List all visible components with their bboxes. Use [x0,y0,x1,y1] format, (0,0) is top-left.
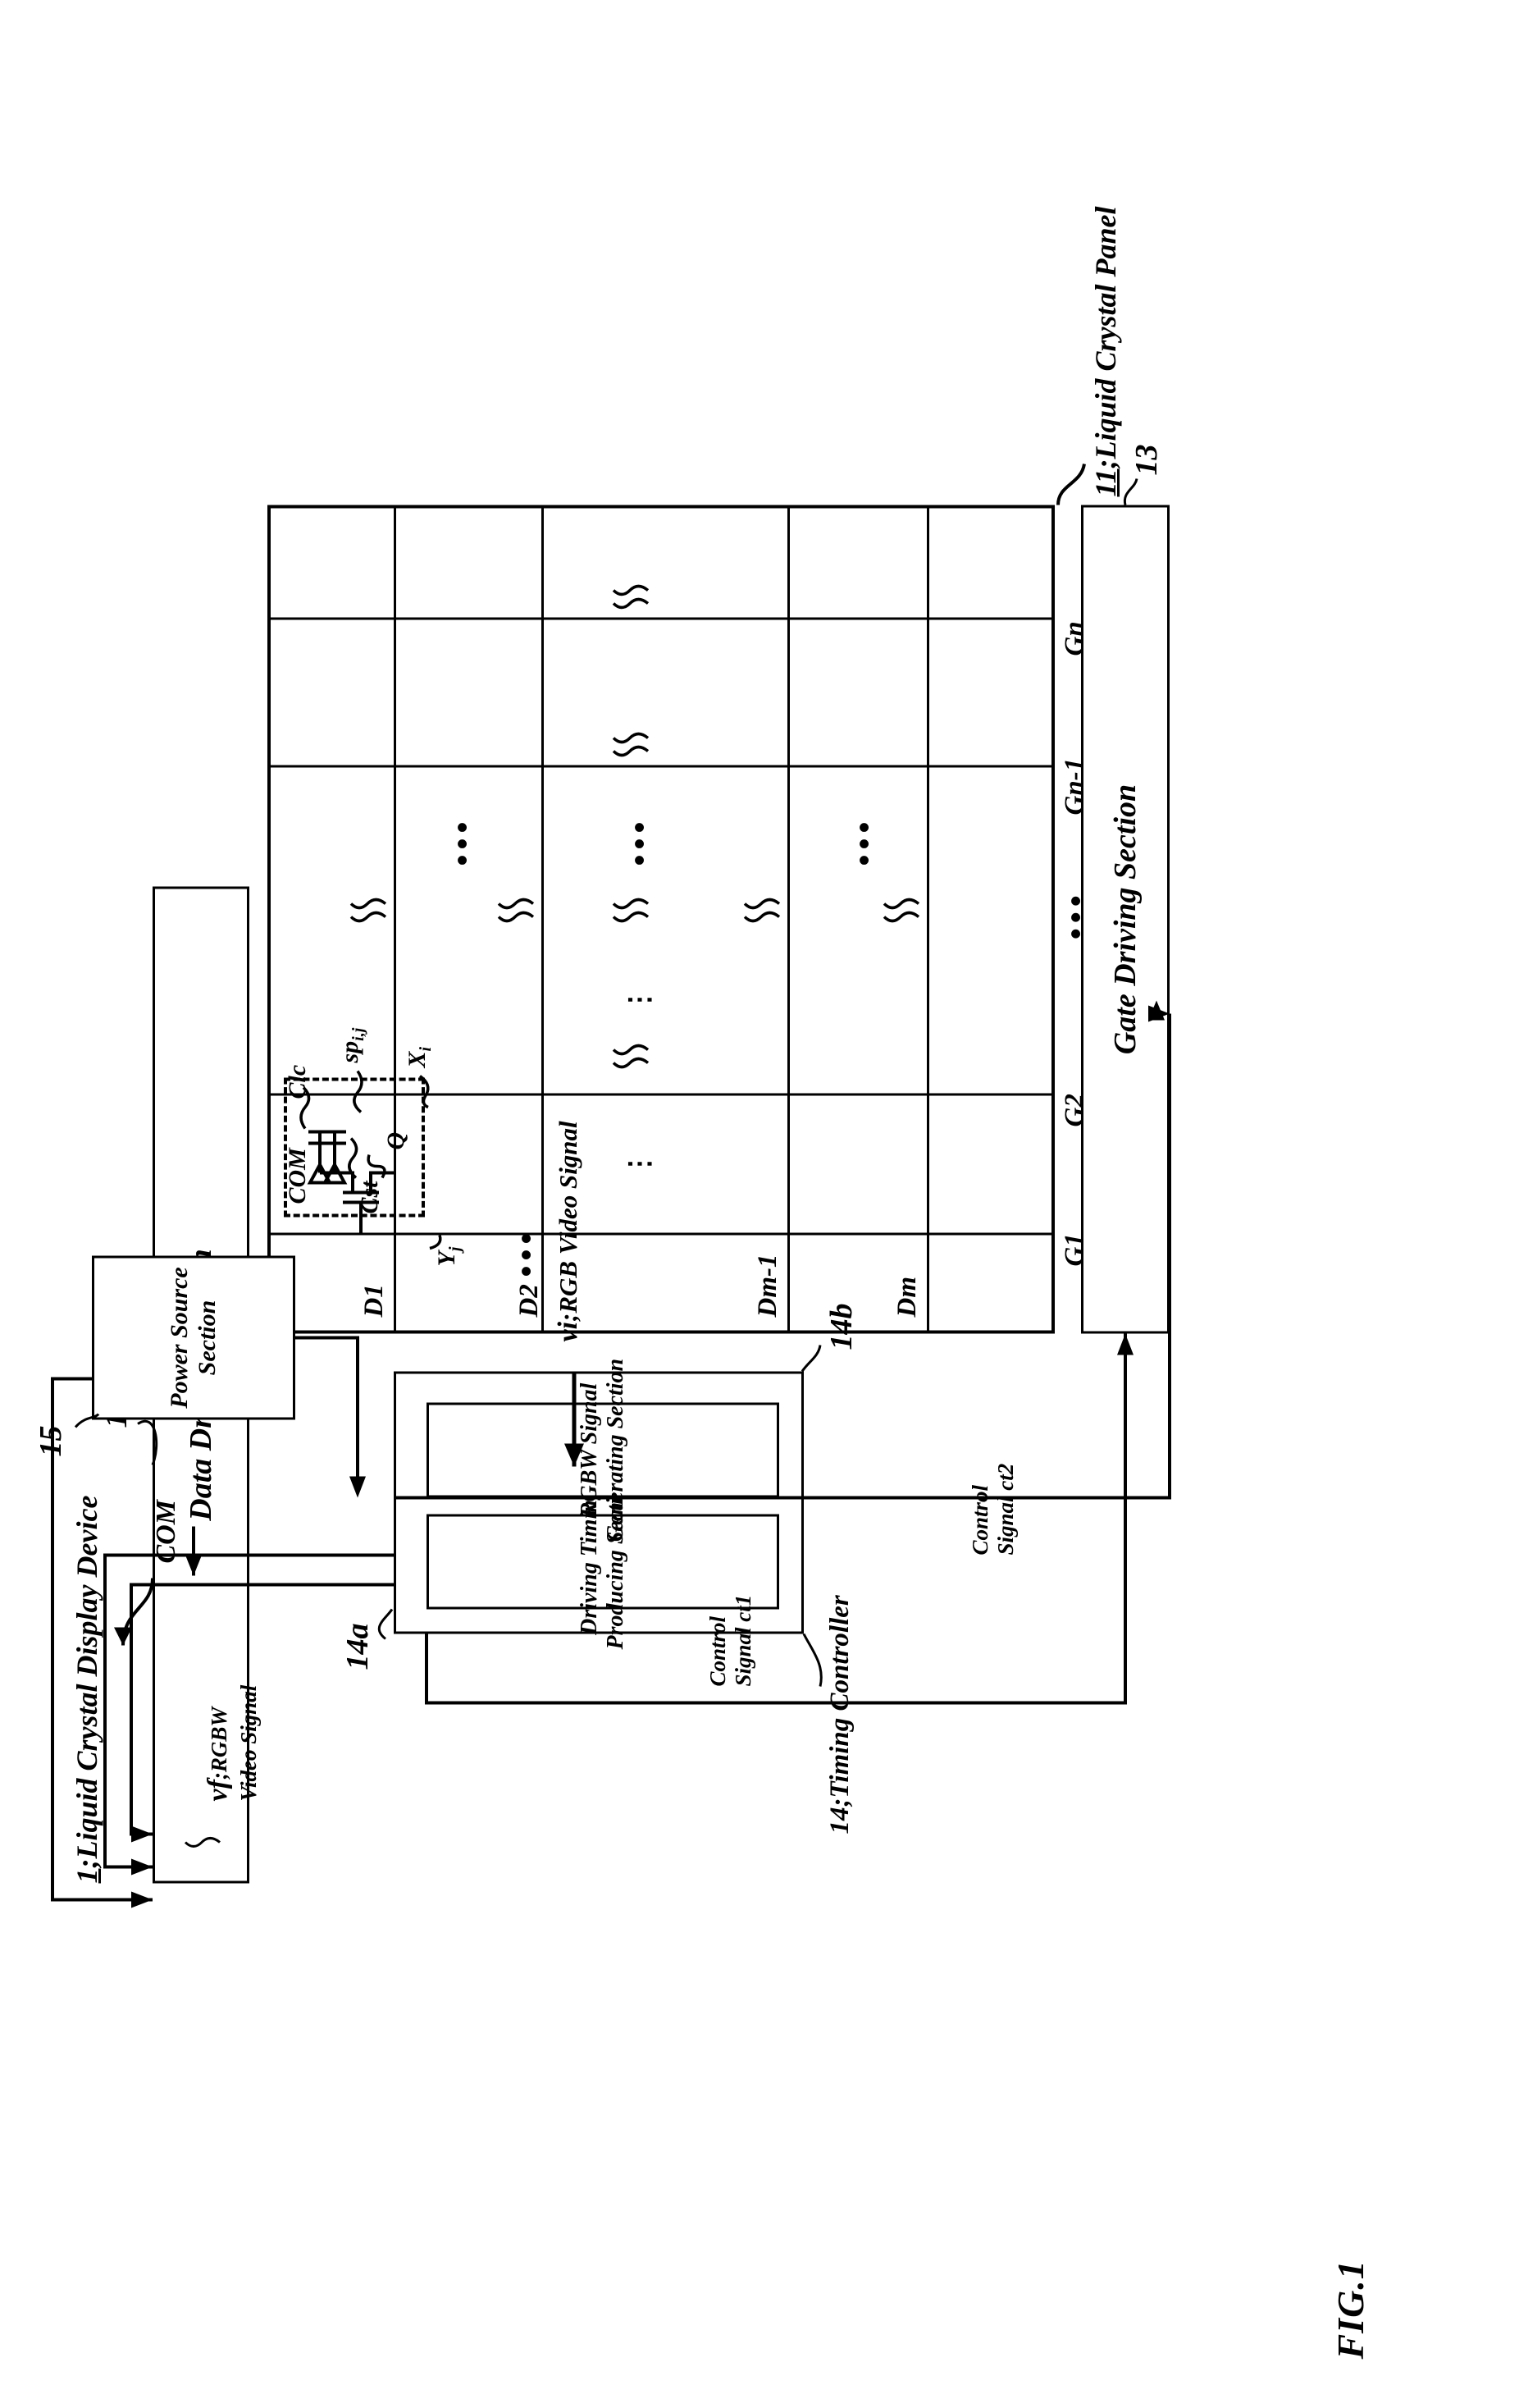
pixel-cst-label: Cst [356,1180,383,1213]
gate-driving-section-label: Gate Driving Section [1108,784,1143,1054]
control-signal-ct1-label: Control Signal ct1 [705,1594,756,1686]
rgbw-signal-generating-section-label: RGBW Signal Generating Section [576,1358,628,1542]
power-source-section-block[interactable]: Power Source Section [92,1255,295,1419]
gate-line-label-dots: ••• [1057,889,1094,939]
rgbw-video-signal-label: vf;RGBW Video Signal [203,1684,261,1801]
gate-line-label-gn: Gn [1060,620,1089,656]
rgb-video-signal-input-arrow [564,1371,584,1466]
gate-line-label-g1: G1 [1060,1232,1089,1266]
gate-line-gn-1 [267,765,1055,767]
data-line-label-dm-1: Dm-1 [753,1254,782,1317]
com-signal-label: COM [151,1499,181,1563]
panel-row-dots-2: ⋮ [625,985,655,1013]
power-source-section-label: Power Source Section [165,1266,221,1409]
timing-controller-ref-label: 14;Timing Controller [825,1594,855,1834]
gate-line-g1 [267,1232,1055,1235]
rgb-video-signal-input-label: vi;RGB Video Signal [553,1120,583,1341]
gate-line-label-g2: G2 [1060,1093,1089,1126]
control-signal-ct2-label: Control Signal ct2 [968,1463,1019,1555]
gate-line-label-gn-1: Gn-1 [1060,757,1089,815]
panel-col-dots-3: ••• [846,816,883,866]
panel-col-dots-2: ••• [444,816,481,866]
data-line-dm-1 [787,505,790,1333]
figure-title: FIG.1 [1330,2259,1371,2359]
pixel-gate-node-label: Yj [433,1246,464,1266]
data-line-label-d2: D2 ••• [508,1227,545,1317]
data-line-label-d1: D1 [359,1283,389,1317]
pixel-transistor-label: Q [382,1131,409,1149]
pixel-clc-label: Clc [284,1064,311,1099]
gate-line-gn [267,617,1055,619]
timing-controller-sub-b-ref: 14b [824,1303,859,1350]
data-line-dm [927,505,929,1333]
pixel-subpixel-label: spi,j [336,1027,367,1062]
gate-driving-section-ref: 13 [1129,444,1164,475]
data-line-label-dm: Dm [892,1276,922,1318]
panel-col-dots-1: ••• [621,816,658,866]
pixel-com-label: COM [284,1147,311,1204]
timing-controller-sub-a-ref: 14a [340,1623,375,1670]
panel-row-dots-1: ⋮ [625,1149,655,1177]
rgbw-signal-generating-section-block[interactable]: RGBW Signal Generating Section [427,1358,779,1542]
data-line-d2 [541,505,544,1333]
figure-canvas: 1;Liquid Crystal Display Device 11;Liqui… [0,0,1519,2408]
pixel-data-node-label: Xi [404,1046,435,1067]
